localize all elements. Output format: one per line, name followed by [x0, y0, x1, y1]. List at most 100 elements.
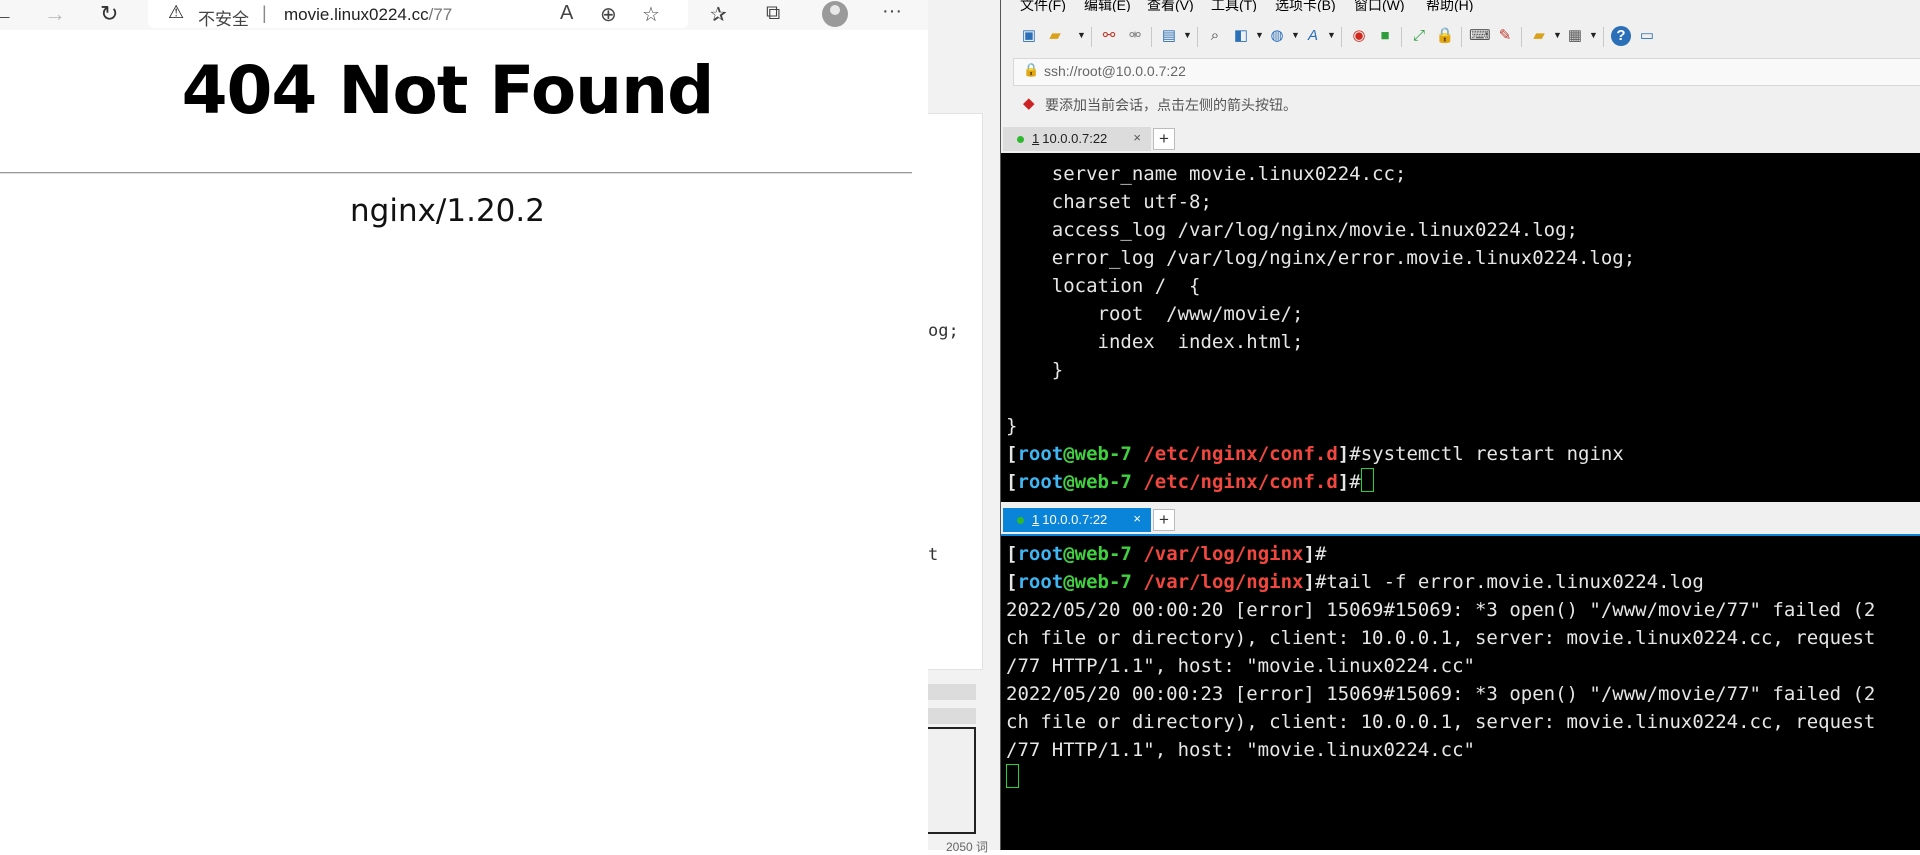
tab-bar-top: 1 10.0.0.7:22 × + — [1001, 125, 1920, 153]
terminal-line: ch file or directory), client: 10.0.0.1,… — [1006, 627, 1876, 649]
terminal-line: index index.html; — [1006, 331, 1304, 353]
background-window: og; t 2050 词 — [928, 0, 1001, 854]
open-folder-icon[interactable]: ▰ — [1045, 26, 1065, 46]
page-divider — [0, 172, 912, 174]
menu-tools[interactable]: 工具(T) — [1211, 0, 1257, 12]
toolbar-separator — [1401, 27, 1402, 47]
toolbar-separator — [1197, 27, 1198, 47]
script-icon[interactable]: ■ — [1375, 26, 1395, 46]
session-tab[interactable]: 1 10.0.0.7:22 × — [1003, 127, 1151, 151]
background-box — [928, 727, 976, 834]
bookmark-icon[interactable]: ◆ — [1023, 94, 1035, 112]
tab-label: 10.0.0.7:22 — [1042, 512, 1108, 527]
toolbar-separator — [1521, 27, 1522, 47]
terminal-line — [1006, 764, 1019, 792]
forward-icon[interactable]: → — [44, 1, 66, 27]
xshell-window: 文件(F) 编辑(E) 查看(V) 工具(T) 选项卡(B) 窗口(W) 帮助(… — [1001, 0, 1920, 850]
toolbar-separator — [1341, 27, 1342, 47]
terminal-command: #systemctl restart nginx — [1349, 443, 1624, 465]
dropdown-icon[interactable]: ▼ — [1589, 30, 1598, 40]
menu-view[interactable]: 查看(V) — [1147, 0, 1194, 12]
address-url[interactable]: movie.linux0224.cc/77 — [284, 5, 452, 25]
menu-tabs[interactable]: 选项卡(B) — [1275, 0, 1336, 12]
browser-window: ← → ↻ ⚠ 不安全 | movie.linux0224.cc/77 A ⊕ … — [0, 0, 928, 850]
more-menu-icon[interactable]: ··· — [882, 0, 902, 23]
menu-edit[interactable]: 编辑(E) — [1084, 0, 1131, 12]
warning-icon[interactable]: ⚠ — [168, 2, 184, 23]
address-separator: | — [262, 3, 267, 23]
address-bar[interactable]: ⚠ 不安全 | movie.linux0224.cc/77 A ⊕ ☆ — [148, 0, 688, 30]
menu-window[interactable]: 窗口(W) — [1354, 0, 1405, 12]
dropdown-icon[interactable]: ▼ — [1553, 30, 1562, 40]
add-favorite-icon[interactable]: ☆ — [642, 2, 660, 27]
terminal-pane-bottom[interactable]: [root@web-7 /var/log/nginx]# [root@web-7… — [1001, 536, 1920, 850]
session-address-bar[interactable]: 🔒 ssh://root@10.0.0.7:22 — [1013, 58, 1920, 86]
favorites-icon[interactable]: ✰ — [710, 2, 727, 27]
profile-avatar[interactable] — [822, 1, 848, 27]
terminal-line: [root@web-7 /var/log/nginx]#tail -f erro… — [1006, 571, 1704, 593]
chat-icon[interactable]: ▭ — [1637, 26, 1657, 46]
menu-help[interactable]: 帮助(H) — [1426, 0, 1473, 12]
disconnect-icon[interactable]: ⚮ — [1125, 26, 1145, 46]
session-address: ssh://root@10.0.0.7:22 — [1044, 63, 1186, 79]
new-session-icon[interactable]: ▣ — [1019, 26, 1039, 46]
page-title: 404 Not Found — [181, 52, 715, 129]
fullscreen-icon[interactable]: ⤢ — [1409, 26, 1429, 46]
connect-icon[interactable]: ⚯ — [1099, 26, 1119, 46]
terminal-line: charset utf-8; — [1006, 191, 1212, 213]
terminal-line: 2022/05/20 00:00:20 [error] 15069#15069:… — [1006, 599, 1876, 621]
terminal-command: # — [1314, 543, 1327, 565]
session-hint-bar: ◆ 要添加当前会话，点击左侧的箭头按钮。 — [1001, 92, 1920, 116]
session-tab[interactable]: 1 10.0.0.7:22 × — [1003, 508, 1151, 532]
highlight-icon[interactable]: ✎ — [1495, 26, 1515, 46]
session-hint: 要添加当前会话，点击左侧的箭头按钮。 — [1045, 97, 1297, 113]
background-card — [928, 113, 983, 670]
dropdown-icon[interactable]: ▼ — [1183, 30, 1192, 40]
new-tab-button[interactable]: + — [1153, 128, 1175, 150]
terminal-cursor — [1006, 764, 1019, 788]
globe-icon[interactable]: ◍ — [1267, 26, 1287, 46]
terminal-line: 2022/05/20 00:00:23 [error] 15069#15069:… — [1006, 683, 1876, 705]
url-host: movie.linux0224.cc — [284, 5, 429, 24]
dropdown-icon[interactable]: ▼ — [1291, 30, 1300, 40]
word-count: 2050 词 — [946, 840, 989, 854]
keyboard-icon[interactable]: ⌨ — [1469, 26, 1491, 46]
session-folder-icon[interactable]: ▰ — [1529, 26, 1549, 46]
dropdown-icon[interactable]: ▼ — [1077, 30, 1086, 40]
dropdown-icon[interactable]: ▼ — [1255, 30, 1264, 40]
zoom-icon[interactable]: ⊕ — [600, 2, 617, 27]
menu-file[interactable]: 文件(F) — [1020, 0, 1066, 12]
terminal-line: location / { — [1006, 275, 1201, 297]
tab-layout-icon[interactable]: ▦ — [1565, 26, 1585, 46]
terminal-pane-top[interactable]: server_name movie.linux0224.cc; charset … — [1001, 153, 1920, 502]
security-label[interactable]: 不安全 — [198, 5, 249, 30]
properties-icon[interactable]: ▤ — [1159, 26, 1179, 46]
dropdown-icon[interactable]: ▼ — [1327, 30, 1336, 40]
layout-icon[interactable]: ◧ — [1231, 26, 1251, 46]
new-tab-button[interactable]: + — [1153, 509, 1175, 531]
lock-icon[interactable]: 🔒 — [1435, 26, 1455, 46]
terminal-line: server_name movie.linux0224.cc; — [1006, 163, 1407, 185]
close-tab-icon[interactable]: × — [1133, 130, 1141, 145]
collections-icon[interactable]: ⧉ — [766, 2, 780, 25]
toolbar-separator — [1151, 27, 1152, 47]
terminal-line: ch file or directory), client: 10.0.0.1,… — [1006, 711, 1876, 733]
tab-bar-bottom: 1 10.0.0.7:22 × + — [1001, 506, 1920, 534]
xftp-icon[interactable]: ◉ — [1349, 26, 1369, 46]
terminal-cursor — [1360, 468, 1374, 492]
terminal-line: [root@web-7 /etc/nginx/conf.d]#systemctl… — [1006, 443, 1624, 465]
url-path: /77 — [428, 5, 453, 24]
back-icon[interactable]: ← — [0, 1, 14, 27]
tab-number: 1 — [1032, 131, 1040, 146]
find-icon[interactable]: ⌕ — [1205, 26, 1225, 46]
background-bar — [928, 708, 976, 724]
terminal-line: [root@web-7 /etc/nginx/conf.d]# — [1006, 468, 1374, 496]
help-icon[interactable]: ? — [1611, 26, 1631, 46]
close-tab-icon[interactable]: × — [1133, 511, 1141, 526]
read-aloud-icon[interactable]: A — [560, 2, 573, 25]
terminal-line: } — [1006, 415, 1018, 437]
menu-bar: 文件(F) 编辑(E) 查看(V) 工具(T) 选项卡(B) 窗口(W) 帮助(… — [1001, 0, 1920, 12]
toolbar-separator — [1461, 27, 1462, 47]
font-icon[interactable]: A — [1303, 26, 1323, 46]
refresh-icon[interactable]: ↻ — [100, 1, 118, 27]
